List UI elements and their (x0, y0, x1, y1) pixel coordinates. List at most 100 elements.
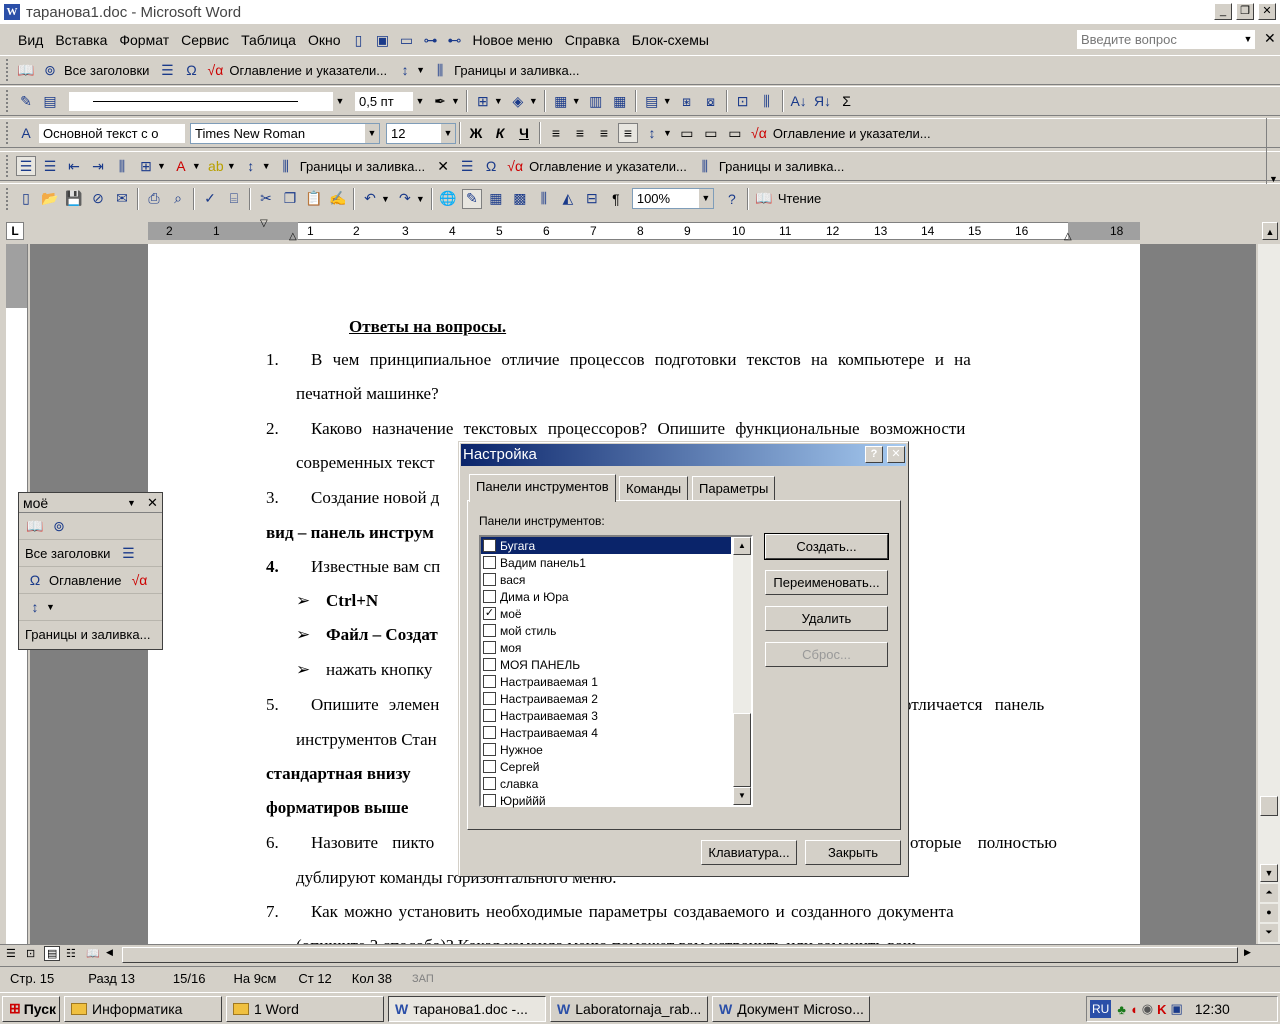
scroll-left-button[interactable]: ◀ (106, 947, 113, 958)
borders-icon[interactable]: ⫼ (430, 60, 450, 80)
align-center-icon[interactable]: ≡ (570, 123, 590, 143)
omega-icon[interactable]: Ω (481, 156, 501, 176)
toolbar-grip[interactable] (6, 155, 10, 177)
italic-button[interactable]: К (490, 123, 510, 143)
clock[interactable]: 12:30 (1195, 1001, 1230, 1017)
toolbar-grip[interactable] (6, 187, 10, 210)
sqrt-icon[interactable]: √α (749, 123, 769, 143)
pen-color-icon[interactable]: ✒ (430, 91, 450, 111)
email-icon[interactable]: ✉ (112, 189, 132, 209)
toolbar-list-item[interactable]: Нужное (481, 741, 731, 758)
toolbar-list-item[interactable]: мой стиль (481, 622, 731, 639)
menu-tools[interactable]: Сервис (175, 26, 235, 54)
toolbar-checkbox[interactable] (483, 777, 496, 790)
borders-button[interactable]: Границы и заливка... (719, 159, 844, 174)
toolbar-list-item[interactable]: Вадим панель1 (481, 554, 731, 571)
toolbar-list-item[interactable]: Настраиваемая 4 (481, 724, 731, 741)
restore-button[interactable]: ❐ (1236, 3, 1254, 20)
research-icon[interactable]: ⌸ (224, 189, 244, 209)
read-icon[interactable]: 📖 (754, 189, 774, 209)
tray-icon[interactable]: ◉ (1142, 1001, 1153, 1017)
page-icon[interactable]: ▭ (701, 123, 721, 143)
headings-icon[interactable]: ☰ (457, 156, 477, 176)
chevron-down-icon[interactable]: ▼ (157, 161, 166, 171)
close-doc-icon[interactable]: ✕ (1264, 30, 1276, 47)
autoformat-icon[interactable]: ⊡ (733, 91, 753, 111)
insert-excel-icon[interactable]: ▩ (510, 189, 530, 209)
tab-options[interactable]: Параметры (692, 476, 776, 501)
columns-icon[interactable]: ⫼ (534, 189, 554, 209)
sort-desc-icon[interactable]: Я↓ (813, 91, 833, 111)
font-color-icon[interactable]: A (171, 156, 191, 176)
sqrt-icon[interactable]: √α (505, 156, 525, 176)
chevron-down-icon[interactable]: ▼ (192, 161, 201, 171)
chevron-down-icon[interactable]: ▼ (529, 96, 538, 106)
first-line-indent-marker[interactable]: ▽ (260, 218, 268, 229)
toolbar-list-item[interactable]: Юриййй (481, 792, 731, 809)
distribute-cols-icon[interactable]: ⧇ (701, 91, 721, 111)
next-page-button[interactable]: ⏷ (1260, 924, 1278, 942)
bold-button[interactable]: Ж (466, 123, 486, 143)
language-indicator[interactable]: RU (1090, 1000, 1112, 1018)
delete-button[interactable]: Удалить (765, 606, 888, 631)
chevron-down-icon[interactable]: ▼ (698, 189, 713, 208)
split-cells-icon[interactable]: ▦ (610, 91, 630, 111)
chevron-down-icon[interactable]: ▼ (416, 194, 425, 204)
network-icon[interactable]: ▣ (1170, 1001, 1182, 1017)
toolbar-checkbox[interactable] (483, 539, 496, 552)
menu-format[interactable]: Формат (113, 26, 175, 54)
toolbar-checkbox[interactable] (483, 573, 496, 586)
sqrt-icon[interactable]: √α (129, 570, 149, 590)
drawing-icon[interactable]: ◭ (558, 189, 578, 209)
tab-selector[interactable]: L (6, 222, 24, 240)
chevron-down-icon[interactable]: ▼ (262, 161, 271, 171)
sum-icon[interactable]: Σ (837, 91, 857, 111)
chevron-down-icon[interactable]: ▼ (494, 96, 503, 106)
toolbar-grip[interactable] (6, 90, 10, 112)
toolbar-checkbox[interactable] (483, 624, 496, 637)
toolbar-overflow[interactable]: ▼ (1266, 118, 1280, 184)
align-icon[interactable]: ▤ (642, 91, 662, 111)
toolbar-checkbox[interactable] (483, 590, 496, 603)
table-icon[interactable]: ⊞ (136, 156, 156, 176)
menu-flowcharts[interactable]: Блок-схемы (626, 26, 715, 54)
customize-dialog[interactable]: Настройка ? ✕ Панели инструментов Команд… (458, 441, 909, 877)
sort-asc-icon[interactable]: A↓ (789, 91, 809, 111)
new-icon[interactable]: ▯ (16, 189, 36, 209)
close-dialog-button[interactable]: Закрыть (805, 840, 901, 865)
toolbar-checkbox[interactable] (483, 692, 496, 705)
copy-icon[interactable]: ❐ (280, 189, 300, 209)
status-rec[interactable]: ЗАП (412, 973, 434, 985)
headings-icon[interactable]: ☰ (118, 543, 138, 563)
task-taranova[interactable]: Wтаранова1.doc -... (388, 995, 546, 1022)
borders-button[interactable]: Границы и заливка... (454, 63, 579, 78)
binoculars-icon[interactable]: ⊚ (49, 516, 69, 536)
borders-icon[interactable]: ⫼ (695, 156, 715, 176)
reset-button[interactable]: Сброс... (765, 642, 888, 667)
align-right-icon[interactable]: ≡ (594, 123, 614, 143)
format-painter-icon[interactable]: ✍ (328, 189, 348, 209)
drawing-toggle-icon[interactable]: ✎ (461, 188, 482, 209)
headings-button[interactable]: Все заголовки (64, 63, 149, 78)
increase-indent-icon[interactable]: ⇥ (88, 156, 108, 176)
open-icon[interactable]: 📂 (40, 189, 60, 209)
close-icon[interactable]: ✕ (147, 495, 158, 511)
document-map-icon[interactable]: ⊟ (582, 189, 602, 209)
toolbars-list[interactable]: Бугага Вадим панель1 вася Дима и Юра ✓ моё мой… (479, 535, 753, 809)
insert-table-icon[interactable]: ▦ (551, 91, 571, 111)
omega-icon[interactable]: Ω (181, 60, 201, 80)
line-spacing-icon[interactable]: ↕ (395, 60, 415, 80)
line-style-select[interactable]: ▼ (68, 90, 348, 112)
chevron-down-icon[interactable]: ▼ (333, 91, 347, 111)
save-icon[interactable]: 💾 (64, 189, 84, 209)
text-direction-icon[interactable]: ⫼ (757, 91, 777, 111)
chevron-down-icon[interactable]: ▼ (46, 602, 55, 612)
h-scroll-thumb[interactable] (122, 947, 1238, 963)
chevron-down-icon[interactable]: ▼ (413, 91, 427, 111)
header-icon[interactable]: ▭ (677, 123, 697, 143)
image-icon[interactable]: ▭ (397, 30, 417, 50)
floating-toolbar-title-bar[interactable]: моё ▼ ✕ (19, 493, 162, 513)
chevron-down-icon[interactable]: ▼ (416, 65, 425, 75)
toolbar-checkbox[interactable] (483, 641, 496, 654)
dialog-title-bar[interactable]: Настройка ? ✕ (461, 444, 906, 466)
